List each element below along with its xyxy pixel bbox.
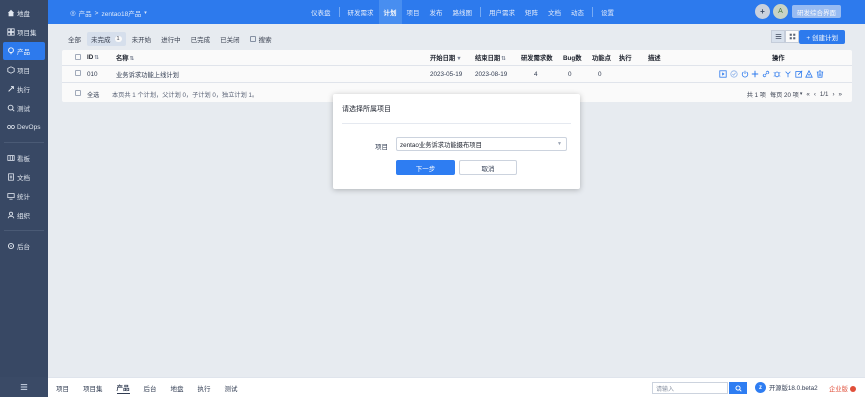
- footer-nav-execution[interactable]: 执行: [198, 383, 211, 393]
- footer-nav-admin[interactable]: 后台: [144, 383, 157, 393]
- project-select[interactable]: zentao业务诉求功能摄布项目 ▼: [396, 137, 567, 151]
- cancel-button[interactable]: 取消: [459, 160, 517, 175]
- edition-link[interactable]: 企业版: [829, 384, 856, 393]
- search-icon: [734, 384, 742, 392]
- footer-nav: 项目 项目集 产品 后台 地盘 执行 测试: [56, 378, 252, 397]
- chevron-down-icon: ▼: [557, 141, 562, 147]
- footer-nav-project[interactable]: 项目: [56, 383, 69, 393]
- zentao-logo-icon: z: [755, 382, 766, 393]
- edition-label: 企业版: [829, 386, 848, 393]
- notification-dot-icon: [849, 385, 856, 392]
- select-project-modal: 请选择所属项目 项目 zentao业务诉求功能摄布项目 ▼ 下一步 取消: [333, 94, 580, 189]
- version-info[interactable]: z 开源版18.0.beta2: [755, 382, 818, 393]
- project-select-value: zentao业务诉求功能摄布项目: [400, 141, 482, 149]
- footer-nav-program[interactable]: 项目集: [83, 383, 103, 393]
- collapse-menu-icon[interactable]: [0, 383, 48, 391]
- next-step-button[interactable]: 下一步: [396, 160, 455, 175]
- footer-bar: 项目 项目集 产品 后台 地盘 执行 测试 请输入 z 开源版18.0.beta…: [48, 377, 865, 397]
- footer-nav-dashboard[interactable]: 地盘: [171, 383, 184, 393]
- footer-nav-product[interactable]: 产品: [116, 382, 130, 394]
- version-label: 开源版18.0.beta2: [769, 385, 818, 392]
- search-button[interactable]: [729, 382, 747, 394]
- footer-search-input[interactable]: 请输入: [652, 382, 728, 394]
- project-field-label: 项目: [375, 144, 388, 151]
- modal-title: 请选择所属项目: [342, 106, 391, 113]
- footer-nav-test[interactable]: 测试: [225, 383, 238, 393]
- modal-divider: [342, 123, 571, 124]
